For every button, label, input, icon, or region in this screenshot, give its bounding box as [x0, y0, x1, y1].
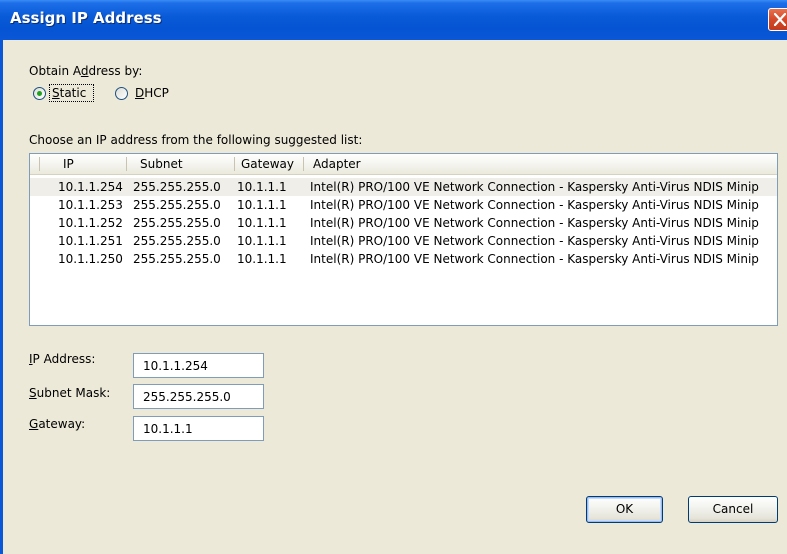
- column-separator: [303, 157, 304, 171]
- list-row[interactable]: 10.1.1.250 255.255.255.0 10.1.1.1 Intel(…: [30, 250, 777, 268]
- obtain-address-label: Obtain Address by:: [29, 64, 143, 78]
- static-radio-label[interactable]: Static: [52, 86, 86, 100]
- row-adapter: Intel(R) PRO/100 VE Network Connection -…: [310, 180, 759, 194]
- window-title: Assign IP Address: [10, 9, 162, 27]
- row-gateway: 10.1.1.1: [237, 180, 287, 194]
- row-subnet: 255.255.255.0: [133, 234, 221, 248]
- row-adapter: Intel(R) PRO/100 VE Network Connection -…: [310, 216, 759, 230]
- ip-address-field[interactable]: [133, 353, 264, 378]
- row-subnet: 255.255.255.0: [133, 198, 221, 212]
- close-button[interactable]: [768, 8, 787, 31]
- gateway-label: Gateway:: [29, 417, 86, 431]
- row-adapter: Intel(R) PRO/100 VE Network Connection -…: [310, 234, 759, 248]
- static-radio[interactable]: [33, 87, 46, 100]
- list-header: IP Subnet Gateway Adapter: [30, 154, 777, 175]
- row-adapter: Intel(R) PRO/100 VE Network Connection -…: [310, 252, 759, 266]
- subnet-mask-label: Subnet Mask:: [29, 386, 111, 400]
- dhcp-radio-label[interactable]: DHCP: [135, 86, 169, 100]
- row-gateway: 10.1.1.1: [237, 234, 287, 248]
- title-bar[interactable]: Assign IP Address: [0, 0, 787, 40]
- row-subnet: 255.255.255.0: [133, 180, 221, 194]
- assign-ip-dialog: Assign IP Address Obtain Address by: Sta…: [0, 0, 787, 554]
- list-row[interactable]: 10.1.1.252 255.255.255.0 10.1.1.1 Intel(…: [30, 214, 777, 232]
- column-separator: [126, 157, 127, 171]
- cancel-button[interactable]: Cancel: [688, 496, 778, 523]
- column-header-adapter[interactable]: Adapter: [313, 154, 361, 174]
- suggested-ip-list[interactable]: IP Subnet Gateway Adapter 10.1.1.254 255…: [29, 153, 778, 326]
- row-subnet: 255.255.255.0: [133, 252, 221, 266]
- row-ip: 10.1.1.253: [58, 198, 123, 212]
- column-header-ip[interactable]: IP: [63, 154, 74, 174]
- suggested-list-label: Choose an IP address from the following …: [29, 133, 363, 147]
- column-header-gateway[interactable]: Gateway: [241, 154, 294, 174]
- list-row[interactable]: 10.1.1.253 255.255.255.0 10.1.1.1 Intel(…: [30, 196, 777, 214]
- row-subnet: 255.255.255.0: [133, 216, 221, 230]
- column-header-subnet[interactable]: Subnet: [140, 154, 183, 174]
- list-row[interactable]: 10.1.1.251 255.255.255.0 10.1.1.1 Intel(…: [30, 232, 777, 250]
- radio-selected-dot: [37, 91, 42, 96]
- gateway-field[interactable]: [133, 416, 264, 441]
- row-ip: 10.1.1.250: [58, 252, 123, 266]
- column-separator: [234, 157, 235, 171]
- ok-button[interactable]: OK: [586, 496, 663, 523]
- row-ip: 10.1.1.252: [58, 216, 123, 230]
- close-icon: [774, 13, 786, 26]
- row-ip: 10.1.1.254: [58, 180, 123, 194]
- row-gateway: 10.1.1.1: [237, 198, 287, 212]
- row-ip: 10.1.1.251: [58, 234, 123, 248]
- ip-address-label: IP Address:: [29, 352, 96, 366]
- row-adapter: Intel(R) PRO/100 VE Network Connection -…: [310, 198, 759, 212]
- window-left-border: [0, 40, 3, 554]
- column-separator: [39, 157, 40, 171]
- subnet-mask-field[interactable]: [133, 384, 264, 409]
- list-row[interactable]: 10.1.1.254 255.255.255.0 10.1.1.1 Intel(…: [30, 178, 777, 196]
- row-gateway: 10.1.1.1: [237, 252, 287, 266]
- dhcp-radio[interactable]: [115, 87, 128, 100]
- row-gateway: 10.1.1.1: [237, 216, 287, 230]
